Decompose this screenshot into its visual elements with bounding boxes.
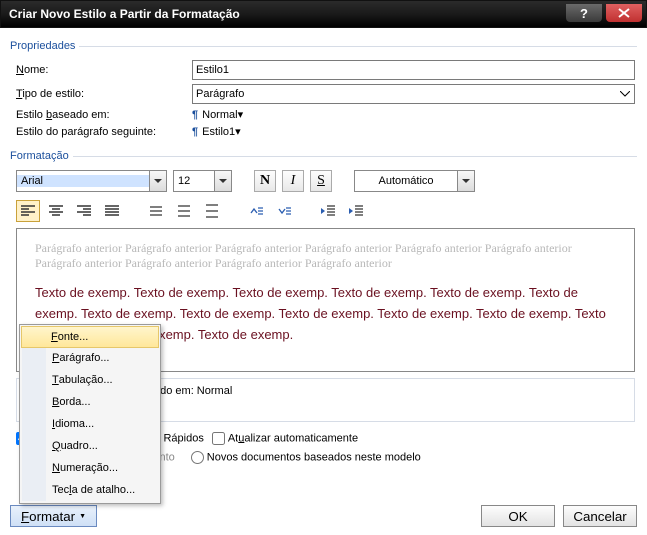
align-center-button[interactable] [44, 200, 68, 222]
font-family-select[interactable]: Arial [16, 170, 150, 192]
menu-tabs[interactable]: Tabulação... [22, 369, 158, 391]
type-label: Tipo de estilo: [16, 88, 192, 100]
font-size-dropdown[interactable] [214, 170, 232, 192]
following-label: Estilo do parágrafo seguinte: [16, 126, 192, 138]
underline-button[interactable]: S [310, 170, 332, 192]
align-left-button[interactable] [16, 200, 40, 222]
auto-update-check[interactable]: Atualizar automaticamente [212, 432, 358, 445]
chevron-down-icon: ▾ [235, 125, 241, 138]
italic-button[interactable]: I [282, 170, 304, 192]
font-color-select[interactable]: Automático [354, 170, 458, 192]
line-spacing-1-button[interactable] [144, 200, 168, 222]
preview-prev-paragraph: Parágrafo anterior Parágrafo anterior Pa… [35, 241, 616, 271]
chevron-down-icon: ▼ [79, 513, 86, 520]
space-before-inc-button[interactable] [244, 200, 268, 222]
new-docs-radio[interactable]: Novos documentos baseados neste modelo [191, 451, 421, 464]
menu-paragraph[interactable]: Parágrafo... [22, 347, 158, 369]
line-spacing-1-5-button[interactable] [172, 200, 196, 222]
menu-frame[interactable]: Quadro... [22, 435, 158, 457]
menu-border[interactable]: Borda... [22, 391, 158, 413]
align-justify-button[interactable] [100, 200, 124, 222]
based-on-label: Estilo baseado em: [16, 109, 192, 121]
close-icon [617, 8, 631, 18]
chevron-down-icon: ▾ [238, 108, 244, 121]
bold-button[interactable]: N [254, 170, 276, 192]
indent-decrease-button[interactable] [316, 200, 340, 222]
font-size-select[interactable]: 12 [173, 170, 215, 192]
paragraph-mark-icon: ¶ [192, 126, 198, 138]
line-spacing-2-button[interactable] [200, 200, 224, 222]
indent-increase-button[interactable] [344, 200, 368, 222]
following-select[interactable]: ¶ Estilo1 ▾ [192, 125, 243, 138]
window-title: Criar Novo Estilo a Partir da Formatação [9, 7, 240, 21]
title-bar: Criar Novo Estilo a Partir da Formatação… [0, 0, 647, 28]
formatting-label: Formatação [10, 150, 69, 162]
space-before-dec-button[interactable] [272, 200, 296, 222]
align-right-button[interactable] [72, 200, 96, 222]
format-menu: Fonte... Parágrafo... Tabulação... Borda… [19, 324, 161, 504]
help-button[interactable]: ? [566, 4, 602, 22]
menu-shortcut-key[interactable]: Tecla de atalho... [22, 479, 158, 501]
menu-language[interactable]: Idioma... [22, 413, 158, 435]
based-on-select[interactable]: ¶ Normal ▾ [192, 108, 245, 121]
name-label: Nome: [16, 64, 192, 76]
properties-header: Propriedades [10, 40, 637, 52]
font-color-dropdown[interactable] [457, 170, 475, 192]
type-select[interactable]: Parágrafo [192, 84, 635, 104]
name-input[interactable] [192, 60, 635, 80]
formatting-header: Formatação [10, 150, 637, 162]
ok-button[interactable]: OK [481, 505, 555, 527]
format-button[interactable]: Formatar▼ [10, 505, 97, 527]
menu-font[interactable]: Fonte... [21, 326, 159, 348]
close-button[interactable] [606, 4, 642, 22]
menu-numbering[interactable]: Numeração... [22, 457, 158, 479]
paragraph-mark-icon: ¶ [192, 109, 198, 121]
cancel-button[interactable]: Cancelar [563, 505, 637, 527]
properties-label: Propriedades [10, 40, 75, 52]
font-family-dropdown[interactable] [149, 170, 167, 192]
